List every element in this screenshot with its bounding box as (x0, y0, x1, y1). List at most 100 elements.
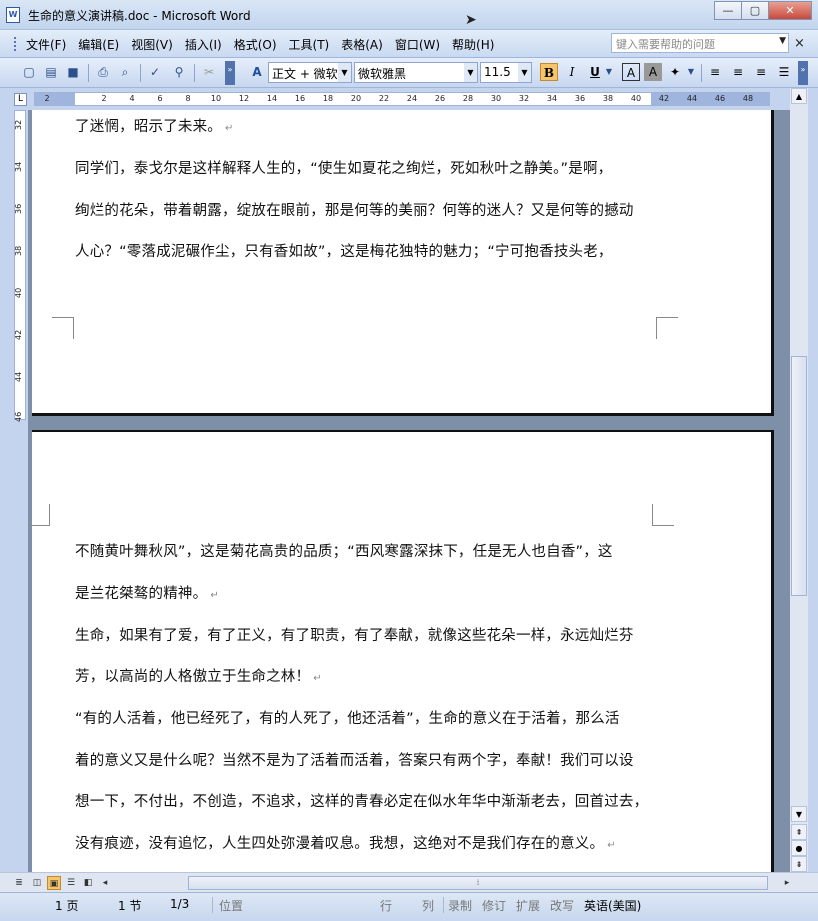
menu-grip-handle[interactable] (14, 37, 17, 51)
chevron-down-icon[interactable]: ▼ (338, 63, 351, 82)
text-line[interactable]: 同学们，泰戈尔是这样解释人生的，“使生如夏花之绚烂，死如秋叶之静美。”是啊， (75, 157, 612, 178)
horizontal-scroll-thumb[interactable]: ⁞ (188, 876, 768, 890)
web-layout-icon[interactable]: ◫ (30, 876, 44, 890)
text-line[interactable]: 着的意义又是什么呢？当然不是为了活着而活着，答案只有两个字，奉献！我们可以设 (75, 749, 634, 770)
next-page-icon[interactable]: ⇟ (791, 856, 807, 872)
chevron-down-icon[interactable]: ▼ (518, 63, 531, 82)
text-line[interactable]: 了迷惘，昭示了未来。 ↵ (75, 115, 234, 136)
ruler-strip[interactable]: 2 2 4 6 8 10 12 14 16 18 20 22 24 26 28 … (34, 92, 770, 106)
spelling-icon[interactable]: ✓ (146, 63, 164, 81)
print-preview-icon[interactable]: ⌕ (116, 63, 134, 81)
save-icon[interactable]: ■ (64, 63, 82, 81)
ruler-tick: 2 (44, 94, 50, 103)
menu-window[interactable]: 窗口(W) (389, 36, 446, 53)
toolbar-divider (140, 64, 141, 82)
vruler-tick: 36 (14, 203, 23, 214)
toolbar-options-chevron-icon[interactable]: » (225, 61, 235, 85)
crop-mark (52, 317, 74, 339)
chevron-down-icon[interactable]: ▼ (686, 63, 696, 81)
word-app-icon[interactable]: W (6, 7, 20, 23)
chevron-down-icon[interactable]: ▼ (779, 36, 786, 46)
character-border-button[interactable]: A (622, 63, 640, 81)
crop-mark (652, 504, 674, 526)
ruler-tick: 42 (658, 94, 670, 103)
print-icon[interactable]: ⎙ (94, 63, 112, 81)
text-line[interactable]: 人心？“零落成泥碾作尘，只有香如故”，这是梅花独特的魅力；“宁可抱香技头老， (75, 240, 613, 261)
character-shading-button[interactable]: A (644, 63, 662, 81)
toolbar-divider (701, 64, 702, 82)
minimize-button[interactable]: — (714, 1, 742, 20)
close-button[interactable]: ✕ (768, 1, 812, 20)
status-section: 1 节 (118, 899, 142, 913)
paragraph-mark-icon: ↵ (210, 590, 219, 601)
browse-object-icon[interactable]: ● (791, 840, 807, 856)
menu-insert[interactable]: 插入(I) (179, 36, 228, 53)
document-close-button[interactable]: × (794, 36, 805, 51)
menu-file[interactable]: 文件(F) (20, 36, 72, 53)
menu-items: 文件(F) 编辑(E) 视图(V) 插入(I) 格式(O) 工具(T) 表格(A… (20, 36, 500, 53)
menu-table[interactable]: 表格(A) (335, 36, 389, 53)
document-page-2[interactable]: 不随黄叶舞秋风”，这是菊花高贵的品质；“西风寒露深抹下，任是无人也自香”，这 是… (28, 430, 774, 872)
maximize-button[interactable]: ▢ (741, 1, 769, 20)
paragraph-mark-icon: ↵ (607, 840, 616, 851)
align-right-icon[interactable]: ≡ (752, 63, 770, 81)
text-line[interactable]: 芳，以高尚的人格傲立于生命之林！ ↵ (75, 665, 322, 686)
chevron-down-icon[interactable]: ▼ (604, 63, 614, 81)
status-revise[interactable]: 修订 (482, 897, 506, 914)
text-line[interactable]: 想一下，不付出，不创造，不追求，这样的青春必定在似水年华中渐渐老去，回首过去， (75, 790, 648, 811)
font-select-value: 微软雅黑 (358, 67, 407, 81)
document-area[interactable]: 了迷惘，昭示了未来。 ↵ 同学们，泰戈尔是这样解释人生的，“使生如夏花之绚烂，死如… (28, 110, 790, 872)
ruler-tick: 30 (490, 94, 502, 103)
help-search-input[interactable]: 键入需要帮助的问题 ▼ (611, 33, 789, 53)
text-line[interactable]: 是兰花桀骜的精神。 ↵ (75, 582, 219, 603)
ruler-tick: 12 (238, 94, 250, 103)
text-line[interactable]: 不随黄叶舞秋风”，这是菊花高贵的品质；“西风寒露深抹下，任是无人也自香”，这 (75, 540, 613, 561)
underline-button[interactable]: U (586, 63, 604, 81)
menu-edit[interactable]: 编辑(E) (72, 36, 125, 53)
scroll-up-icon[interactable]: ▲ (791, 88, 807, 104)
vertical-scrollbar[interactable]: ▲ ▼ ⇞ ● ⇟ (790, 88, 808, 872)
align-left-icon[interactable]: ≡ (706, 63, 724, 81)
font-select[interactable]: 微软雅黑 ▼ (354, 62, 478, 83)
print-layout-icon[interactable]: ▣ (47, 876, 61, 890)
chevron-down-icon[interactable]: ▼ (464, 63, 477, 82)
font-size-select[interactable]: 11.5 ▼ (480, 62, 532, 83)
menu-view[interactable]: 视图(V) (125, 36, 179, 53)
scroll-down-icon[interactable]: ▼ (791, 806, 807, 822)
text-line[interactable]: 绚烂的花朵，带着朝露，绽放在眼前，那是何等的美丽？何等的迷人？又是何等的撼动 (75, 199, 634, 220)
toolbar-options-chevron-icon[interactable]: » (798, 61, 808, 85)
text-line[interactable]: “有的人活着，他已经死了，有的人死了，他还活着”，生命的意义在于活着，那么活 (75, 707, 620, 728)
tab-selector-button[interactable]: L (14, 93, 27, 106)
status-extend[interactable]: 扩展 (516, 897, 540, 914)
status-record[interactable]: 录制 (448, 897, 472, 914)
menu-help[interactable]: 帮助(H) (446, 36, 500, 53)
menu-tools[interactable]: 工具(T) (283, 36, 336, 53)
status-overtype[interactable]: 改写 (550, 897, 574, 914)
text-effect-icon[interactable]: ✦ (666, 63, 684, 81)
justify-icon[interactable]: ☰ (775, 63, 793, 81)
vruler-tick: 42 (14, 329, 23, 340)
horizontal-scroll-track[interactable]: ⁞ (108, 876, 778, 890)
research-icon[interactable]: ⚲ (170, 63, 188, 81)
style-select[interactable]: 正文 + 微软 ▼ (268, 62, 352, 83)
vertical-scroll-thumb[interactable] (791, 356, 807, 596)
normal-view-icon[interactable]: ≣ (12, 876, 26, 890)
italic-button[interactable]: I (563, 63, 581, 81)
outline-view-icon[interactable]: ☰ (64, 876, 78, 890)
status-bar: 1 页 1 节 1/3 位置 行 列 录制 修订 扩展 改写 英语(美国) (0, 892, 818, 921)
align-center-icon[interactable]: ≡ (729, 63, 747, 81)
status-language[interactable]: 英语(美国) (584, 897, 641, 914)
scroll-right-icon[interactable]: ▸ (780, 876, 794, 890)
menu-format[interactable]: 格式(O) (228, 36, 283, 53)
previous-page-icon[interactable]: ⇞ (791, 824, 807, 840)
text-line[interactable]: 生命，如果有了爱，有了正义，有了职责，有了奉献，就像这些花朵一样，永远灿烂芬 (75, 624, 634, 645)
reading-layout-icon[interactable]: ◧ (81, 876, 95, 890)
bold-button[interactable]: B (540, 63, 558, 81)
cut-icon[interactable]: ✂ (200, 63, 218, 81)
open-folder-icon[interactable]: ▤ (42, 63, 60, 81)
new-document-icon[interactable]: ▢ (20, 63, 38, 81)
styles-pane-icon[interactable]: A (248, 63, 266, 81)
ruler-tick: 46 (714, 94, 726, 103)
text-line[interactable]: 没有痕迹，没有追忆，人生四处弥漫着叹息。我想，这绝对不是我们存在的意义。 ↵ (75, 832, 616, 853)
document-page-1[interactable]: 了迷惘，昭示了未来。 ↵ 同学们，泰戈尔是这样解释人生的，“使生如夏花之绚烂，死如… (32, 110, 774, 416)
